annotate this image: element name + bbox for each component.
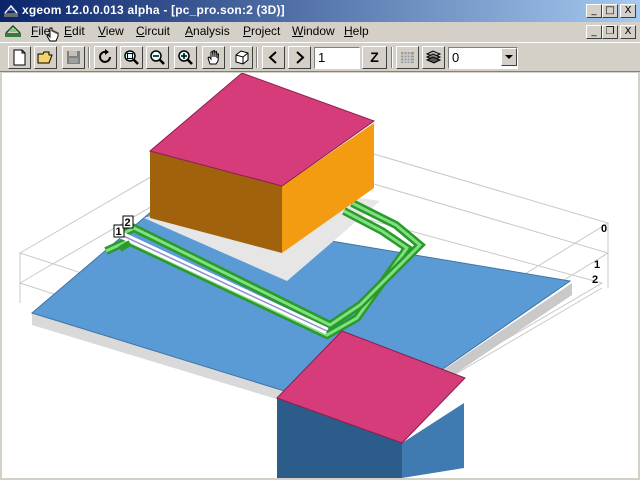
layers-icon xyxy=(425,50,442,64)
title-bar[interactable]: xgeom 12.0.0.013 alpha - [pc_pro.son:2 (… xyxy=(0,0,640,22)
menu-analysis[interactable]: Analysis xyxy=(185,24,230,38)
level-label-0: 0 xyxy=(601,223,607,235)
mesh-icon xyxy=(401,52,414,63)
menu-help-accel: H xyxy=(344,24,353,38)
zoom-in-button[interactable] xyxy=(174,46,197,69)
save-button[interactable] xyxy=(62,46,85,69)
toolbar-separator xyxy=(391,47,393,68)
menu-analysis-accel: A xyxy=(185,24,194,38)
menu-bar: File Edit View Circuit Analysis Project … xyxy=(0,22,640,42)
menu-edit-accel: E xyxy=(64,24,73,38)
mdi-close-button[interactable]: X xyxy=(620,25,636,39)
level-input[interactable]: 1 xyxy=(314,47,360,69)
menu-view-accel: V xyxy=(98,24,106,38)
zoom-fit-icon xyxy=(124,50,139,65)
zoom-in-icon xyxy=(178,50,193,65)
close-button[interactable]: X xyxy=(620,4,636,18)
xgeom-app-icon[interactable] xyxy=(3,3,19,19)
menu-circuit-accel: C xyxy=(136,24,145,38)
menu-window-accel: W xyxy=(292,24,304,38)
menu-view[interactable]: View xyxy=(98,24,124,38)
pan-hand-icon xyxy=(207,49,220,65)
application-window: xgeom 12.0.0.013 alpha - [pc_pro.son:2 (… xyxy=(0,0,640,480)
menu-window-rest: indow xyxy=(303,24,335,38)
menu-circuit-rest: ircuit xyxy=(144,24,171,38)
menu-window[interactable]: Window xyxy=(292,24,335,38)
port-label-2: 2 xyxy=(125,217,131,229)
document-system-menu-icon[interactable] xyxy=(4,24,22,39)
open-folder-icon xyxy=(37,51,53,64)
level-label-1: 1 xyxy=(594,259,600,271)
maximize-button[interactable]: □ xyxy=(602,4,618,18)
zoom-fit-button[interactable] xyxy=(120,46,143,69)
layers-button[interactable] xyxy=(422,46,445,69)
menu-edit-rest: dit xyxy=(72,24,85,38)
zoom-out-button[interactable] xyxy=(146,46,169,69)
save-disk-icon xyxy=(67,51,80,64)
toolbar: 1 Z 0 xyxy=(0,42,640,72)
previous-button[interactable] xyxy=(262,46,285,69)
open-button[interactable] xyxy=(34,46,57,69)
next-button[interactable] xyxy=(288,46,311,69)
toolbar-separator xyxy=(88,47,90,68)
3d-viewport[interactable]: 1 2 0 1 2 xyxy=(2,73,638,478)
window-title: xgeom 12.0.0.013 alpha - [pc_pro.son:2 (… xyxy=(22,3,285,17)
layer-select[interactable]: 0 xyxy=(448,47,518,69)
menu-view-rest: iew xyxy=(105,24,124,38)
rotate-icon xyxy=(99,49,111,63)
mesh-button[interactable] xyxy=(396,46,419,69)
minimize-button[interactable]: _ xyxy=(586,4,602,18)
chevron-down-icon xyxy=(505,55,513,59)
z-level-button[interactable]: Z xyxy=(362,46,387,69)
menu-project-rest: roject xyxy=(251,24,281,38)
menu-help-rest: elp xyxy=(352,24,369,38)
zoom-out-icon xyxy=(150,50,165,65)
layer-select-value: 0 xyxy=(452,50,460,65)
chevron-left-icon xyxy=(268,51,277,64)
port-label-1: 1 xyxy=(116,226,122,238)
new-file-icon xyxy=(13,49,26,66)
chevron-right-icon xyxy=(296,51,305,64)
pan-button[interactable] xyxy=(202,46,225,69)
menu-project[interactable]: Project xyxy=(243,24,280,38)
mdi-minimize-button[interactable]: _ xyxy=(586,25,602,39)
menu-edit[interactable]: Edit xyxy=(64,24,85,38)
cube-view-icon xyxy=(235,50,249,65)
mdi-restore-button[interactable]: ❐ xyxy=(602,25,618,39)
rotate-button[interactable] xyxy=(94,46,117,69)
new-file-button[interactable] xyxy=(8,46,31,69)
layer-select-dropdown-button[interactable] xyxy=(501,48,517,66)
cube-view-button[interactable] xyxy=(230,46,253,69)
menu-analysis-rest: nalysis xyxy=(193,24,230,38)
toolbar-separator xyxy=(256,47,258,68)
level-label-2: 2 xyxy=(592,274,598,286)
menu-help[interactable]: Help xyxy=(344,24,369,38)
menu-circuit[interactable]: Circuit xyxy=(136,24,170,38)
3d-geometry-view[interactable]: 1 2 0 1 2 xyxy=(2,73,638,478)
menu-project-accel: P xyxy=(243,24,252,38)
